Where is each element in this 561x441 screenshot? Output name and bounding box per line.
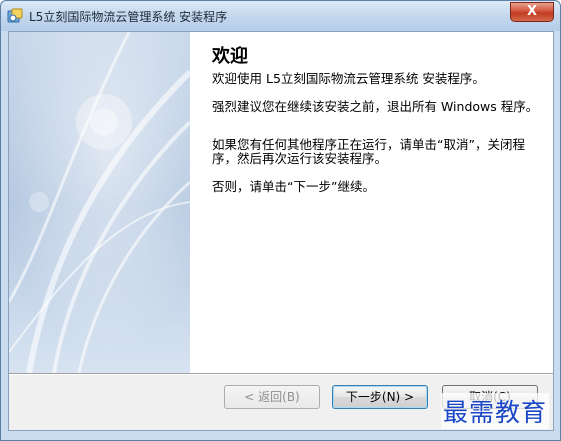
close-button[interactable]: X [510,2,554,22]
watermark-text: 最需教育 [441,393,550,429]
side-banner-image [9,32,190,373]
close-programs-advice: 强烈建议您在继续该安装之前，退出所有 Windows 程序。 [212,99,539,114]
next-instruction: 否则，请单击“下一步”继续。 [212,179,375,194]
window-title: L5立刻国际物流云管理系统 安装程序 [29,10,228,24]
installer-window: L5立刻国际物流云管理系统 安装程序 X 欢迎 欢迎使用 L5立刻国际物流云管理… [0,0,561,441]
back-button[interactable]: < 返回(B) [224,385,320,409]
cancel-instruction: 如果您有任何其他程序正在运行，请单击“取消”，关闭程序，然后再次运行该安装程序。 [212,137,525,166]
banner-graphic [9,32,190,373]
welcome-text: 欢迎使用 L5立刻国际物流云管理系统 安装程序。 [212,71,485,86]
button-separator [9,373,553,375]
welcome-heading: 欢迎 [212,46,248,67]
welcome-content: 欢迎 欢迎使用 L5立刻国际物流云管理系统 安装程序。 强烈建议您在继续该安装之… [190,32,553,373]
installer-app-icon [7,8,23,23]
dialog-client-area: 欢迎 欢迎使用 L5立刻国际物流云管理系统 安装程序。 强烈建议您在继续该安装之… [8,31,554,431]
next-button[interactable]: 下一步(N) > [332,385,428,409]
title-bar[interactable]: L5立刻国际物流云管理系统 安装程序 X [1,1,560,31]
